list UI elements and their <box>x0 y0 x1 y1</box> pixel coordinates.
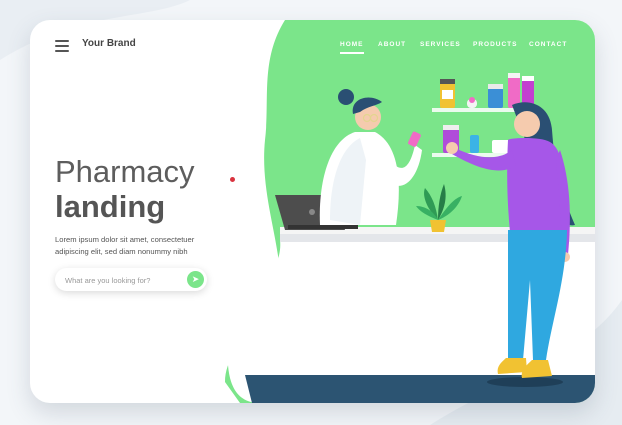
customer-top <box>507 138 567 232</box>
nav-about[interactable]: ABOUT <box>378 41 406 48</box>
search-input[interactable] <box>63 272 185 289</box>
potted-plant <box>430 220 446 232</box>
landing-card: Your Brand HOME ABOUT SERVICES PRODUCTS … <box>30 20 595 403</box>
decorative-dot <box>230 177 235 182</box>
hero-title-light: Pharmacy <box>55 154 195 189</box>
nav-contact[interactable]: CONTACT <box>529 41 567 48</box>
nav-services[interactable]: SERVICES <box>420 41 461 48</box>
customer-head <box>514 111 540 137</box>
arrow-right-icon[interactable]: ➤ <box>187 271 204 288</box>
hero-description: Lorem ipsum dolor sit amet, consectetuer… <box>55 235 195 256</box>
nav-products[interactable]: PRODUCTS <box>473 41 517 48</box>
search-bar: ➤ <box>55 268 207 291</box>
main-nav: HOME ABOUT SERVICES PRODUCTS CONTACT <box>30 41 595 55</box>
hero-title-bold: landing <box>55 189 166 224</box>
nav-home[interactable]: HOME <box>340 41 364 54</box>
